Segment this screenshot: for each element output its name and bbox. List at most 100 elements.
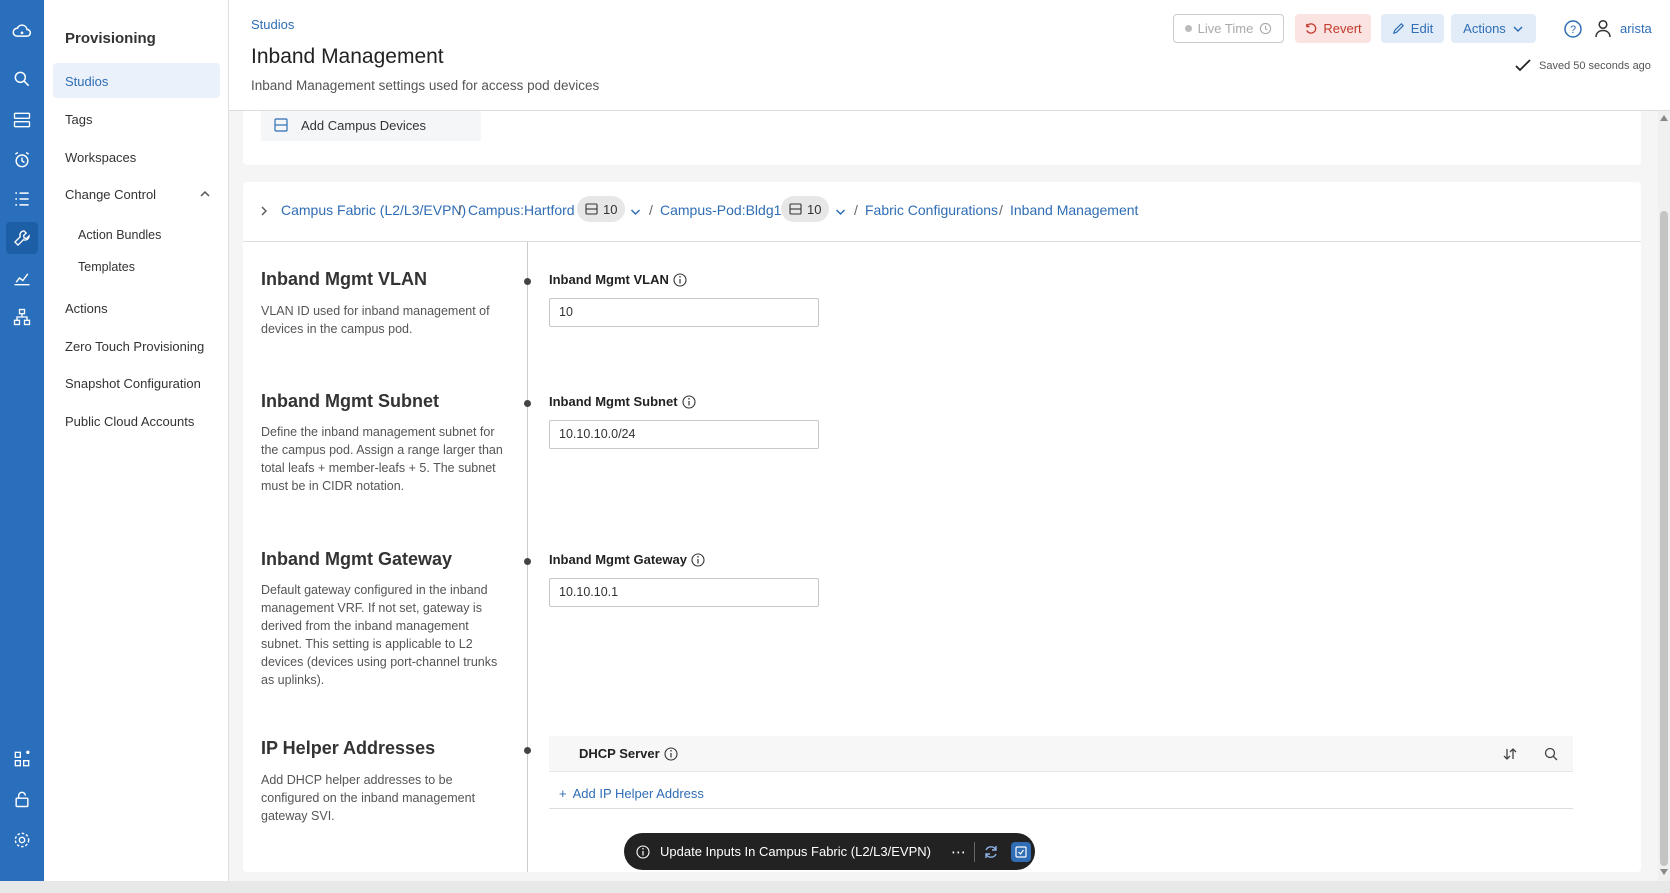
sidebar-item-zero-touch-provisioning[interactable]: Zero Touch Provisioning (65, 339, 204, 354)
sort-icon[interactable] (1502, 746, 1518, 762)
live-time-label: Live Time (1197, 21, 1254, 36)
toast-divider (973, 841, 975, 862)
breadcrumb-campus-pod[interactable]: Campus-Pod:Bldg1 (660, 202, 781, 218)
table-bottom-border (549, 808, 1573, 809)
update-inputs-toast: Update Inputs In Campus Fabric (L2/L3/EV… (624, 833, 1035, 870)
actions-dropdown-button[interactable]: Actions (1451, 14, 1536, 43)
info-icon[interactable] (681, 394, 696, 409)
device-count: 10 (603, 201, 618, 217)
saved-status: Saved 50 seconds ago (1515, 59, 1651, 73)
sidebar-title: Provisioning (65, 30, 156, 47)
clock-icon (1260, 22, 1272, 35)
sidebar-item-workspaces[interactable]: Workspaces (65, 150, 136, 165)
campus-devices-card: Add Campus Devices (243, 111, 1641, 165)
provisioning-wrench-icon[interactable] (6, 222, 38, 254)
column-dhcp-server[interactable]: DHCP Server (579, 746, 678, 761)
section-title-ip-helper: IP Helper Addresses (261, 738, 436, 758)
section-marker (524, 747, 531, 754)
more-options-icon[interactable]: ⋯ (951, 843, 966, 861)
page-subtitle: Inband Management settings used for acce… (251, 78, 600, 93)
chevron-down-icon[interactable] (834, 206, 847, 218)
user-name[interactable]: arista (1620, 21, 1652, 36)
main-content: Add Campus Devices Campus Fabric (L2/L3/… (229, 111, 1659, 881)
info-icon[interactable] (664, 746, 678, 761)
breadcrumb-inband-management[interactable]: Inband Management (1010, 202, 1138, 218)
clipboard-check-icon[interactable] (1010, 841, 1031, 862)
device-icon (274, 118, 288, 132)
add-ip-helper-address-label: Add IP Helper Address (572, 786, 704, 801)
settings-gear-icon[interactable] (6, 824, 38, 856)
breadcrumb-separator: / (458, 202, 462, 218)
scroll-up-icon[interactable] (1660, 115, 1668, 121)
section-desc-ip-helper: Add DHCP helper addresses to be configur… (261, 773, 476, 823)
sidebar-item-change-control[interactable]: Change Control (65, 187, 156, 202)
live-dot-icon (1184, 25, 1192, 32)
breadcrumb-fabric-configurations[interactable]: Fabric Configurations (865, 202, 998, 218)
breadcrumb-campus-hartford[interactable]: Campus:Hartford (468, 202, 575, 218)
info-icon[interactable] (673, 272, 687, 287)
saved-status-text: Saved 50 seconds ago (1539, 60, 1651, 72)
info-icon (636, 844, 650, 859)
actions-label: Actions (1463, 21, 1506, 36)
sidebar-item-snapshot-configuration[interactable]: Snapshot Configuration (65, 376, 201, 391)
add-ip-helper-address-button[interactable]: + Add IP Helper Address (559, 786, 704, 801)
breadcrumb-separator: / (854, 202, 858, 218)
live-time-button[interactable]: Live Time (1173, 14, 1284, 43)
apps-grid-icon[interactable] (6, 743, 38, 775)
inband-mgmt-subnet-input[interactable]: 10.10.10.0/24 (549, 420, 819, 449)
plus-icon: + (559, 786, 567, 801)
workspaces-list-icon[interactable] (6, 183, 38, 215)
cloudvision-logo-icon[interactable] (6, 16, 38, 48)
section-marker (524, 400, 531, 407)
ip-helper-table-header: DHCP Server (549, 736, 1573, 772)
field-label-gateway: Inband Mgmt Gateway (549, 552, 705, 567)
device-count: 10 (807, 201, 822, 217)
toast-text: Update Inputs In Campus Fabric (L2/L3/EV… (660, 844, 931, 859)
chevron-right-icon[interactable] (259, 205, 269, 217)
provisioning-sidebar: Provisioning Studios Tags Workspaces Cha… (44, 0, 229, 893)
breadcrumb-separator: / (649, 202, 653, 218)
help-icon[interactable]: ? (1563, 19, 1583, 39)
add-campus-devices-item[interactable]: Add Campus Devices (261, 111, 481, 141)
inband-mgmt-vlan-input[interactable]: 10 (549, 298, 819, 327)
breadcrumb-studios[interactable]: Studios (251, 17, 294, 32)
field-label-subnet-text: Inband Mgmt Subnet (549, 394, 678, 409)
page-scrollbar[interactable] (1658, 111, 1670, 881)
sidebar-item-action-bundles[interactable]: Action Bundles (78, 228, 161, 242)
revert-label: Revert (1323, 21, 1362, 36)
sidebar-item-actions[interactable]: Actions (65, 301, 108, 316)
edit-button[interactable]: Edit (1381, 14, 1444, 43)
inband-mgmt-gateway-input[interactable]: 10.10.10.1 (549, 578, 819, 607)
chevron-down-icon[interactable] (629, 206, 642, 218)
edit-label: Edit (1410, 21, 1434, 36)
pencil-icon (1392, 23, 1404, 35)
topology-icon[interactable] (6, 301, 38, 333)
sidebar-item-studios-label[interactable]: Studios (65, 74, 108, 89)
section-title-vlan: Inband Mgmt VLAN (261, 269, 427, 289)
section-title-subnet: Inband Mgmt Subnet (261, 391, 439, 411)
devices-icon[interactable] (6, 104, 38, 136)
chevron-up-icon[interactable] (199, 188, 211, 200)
breadcrumb-campus-fabric[interactable]: Campus Fabric (L2/L3/EVPN) (281, 202, 466, 218)
scroll-down-icon[interactable] (1660, 869, 1668, 875)
refresh-icon[interactable] (983, 844, 999, 860)
page-header: Studios Inband Management Inband Managem… (229, 0, 1670, 111)
scrollbar-thumb[interactable] (1660, 211, 1668, 866)
column-dhcp-server-label: DHCP Server (579, 746, 660, 761)
events-alarm-icon[interactable] (6, 144, 38, 176)
section-desc-vlan: VLAN ID used for inband management of de… (261, 304, 490, 336)
info-icon[interactable] (691, 552, 705, 567)
svg-text:?: ? (1570, 24, 1576, 36)
sidebar-item-public-cloud-accounts[interactable]: Public Cloud Accounts (65, 414, 194, 429)
lock-icon[interactable] (6, 783, 38, 815)
section-divider (527, 242, 528, 872)
sidebar-item-tags[interactable]: Tags (65, 112, 92, 127)
add-campus-devices-label: Add Campus Devices (301, 117, 426, 133)
sidebar-item-templates[interactable]: Templates (78, 260, 135, 274)
search-icon[interactable] (6, 63, 38, 95)
field-label-subnet: Inband Mgmt Subnet (549, 394, 696, 409)
revert-button[interactable]: Revert (1295, 14, 1371, 43)
search-icon[interactable] (1543, 746, 1559, 762)
user-icon[interactable] (1593, 18, 1613, 38)
dashboards-chart-icon[interactable] (6, 262, 38, 294)
